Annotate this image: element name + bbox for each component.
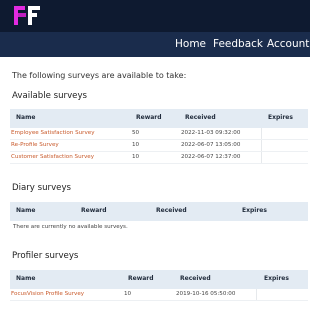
available-surveys-table: Name Reward Received Expires Employee Sa… [10, 109, 308, 164]
table-row: Re-Profile Survey 10 2022-06-07 13:05:00 [10, 140, 308, 152]
table-row: Employee Satisfaction Survey 50 2022-11-… [10, 128, 308, 140]
received-value: 2022-11-03 09:32:00 [181, 130, 241, 136]
column-divider [256, 289, 257, 300]
received-value: 2019-10-16 05:50:00 [176, 291, 236, 297]
available-surveys-heading: Available surveys [12, 91, 88, 101]
column-header-name: Name [16, 114, 36, 121]
survey-link[interactable]: Customer Satisfaction Survey [11, 154, 94, 160]
column-header-name: Name [16, 275, 36, 282]
column-header-expires: Expires [264, 275, 289, 282]
nav-account-link[interactable]: Account [267, 37, 309, 51]
column-header-reward: Reward [128, 275, 154, 282]
table-header: Name Reward Received Expires [10, 109, 308, 128]
reward-value: 50 [132, 130, 140, 136]
diary-surveys-heading: Diary surveys [12, 183, 72, 193]
empty-state-text: There are currently no available surveys… [13, 224, 128, 230]
intro-text: The following surveys are available to t… [12, 71, 187, 80]
column-header-name: Name [16, 207, 36, 214]
main-nav: Home Feedback Account [0, 32, 310, 57]
nav-home-link[interactable]: Home [175, 37, 206, 51]
column-divider [261, 140, 262, 151]
column-header-reward: Reward [136, 114, 162, 121]
column-header-expires: Expires [268, 114, 293, 121]
column-header-received: Received [180, 275, 211, 282]
survey-link[interactable]: Re-Profile Survey [11, 142, 59, 148]
nav-feedback-link[interactable]: Feedback [213, 37, 263, 51]
column-divider [261, 128, 262, 139]
table-row: FocusVision Profile Survey 10 2019-10-16… [10, 289, 308, 301]
brand-logo-icon[interactable] [14, 6, 42, 25]
received-value: 2022-06-07 13:05:00 [181, 142, 241, 148]
table-header: Name Reward Received Expires [10, 202, 308, 221]
reward-value: 10 [124, 291, 132, 297]
profiler-surveys-table: Name Reward Received Expires FocusVision… [10, 270, 308, 301]
diary-surveys-table: Name Reward Received Expires There are c… [10, 202, 308, 233]
survey-link[interactable]: FocusVision Profile Survey [11, 291, 84, 297]
column-header-reward: Reward [81, 207, 107, 214]
empty-state-row: There are currently no available surveys… [10, 221, 308, 233]
survey-link[interactable]: Employee Satisfaction Survey [11, 130, 95, 136]
profiler-surveys-heading: Profiler surveys [12, 251, 79, 261]
column-header-expires: Expires [242, 207, 267, 214]
reward-value: 10 [132, 142, 140, 148]
column-header-received: Received [185, 114, 216, 121]
column-header-received: Received [156, 207, 187, 214]
column-divider [261, 152, 262, 163]
top-header-bar [0, 0, 310, 32]
table-header: Name Reward Received Expires [10, 270, 308, 289]
table-row: Customer Satisfaction Survey 10 2022-06-… [10, 152, 308, 164]
reward-value: 10 [132, 154, 140, 160]
received-value: 2022-06-07 12:37:00 [181, 154, 241, 160]
